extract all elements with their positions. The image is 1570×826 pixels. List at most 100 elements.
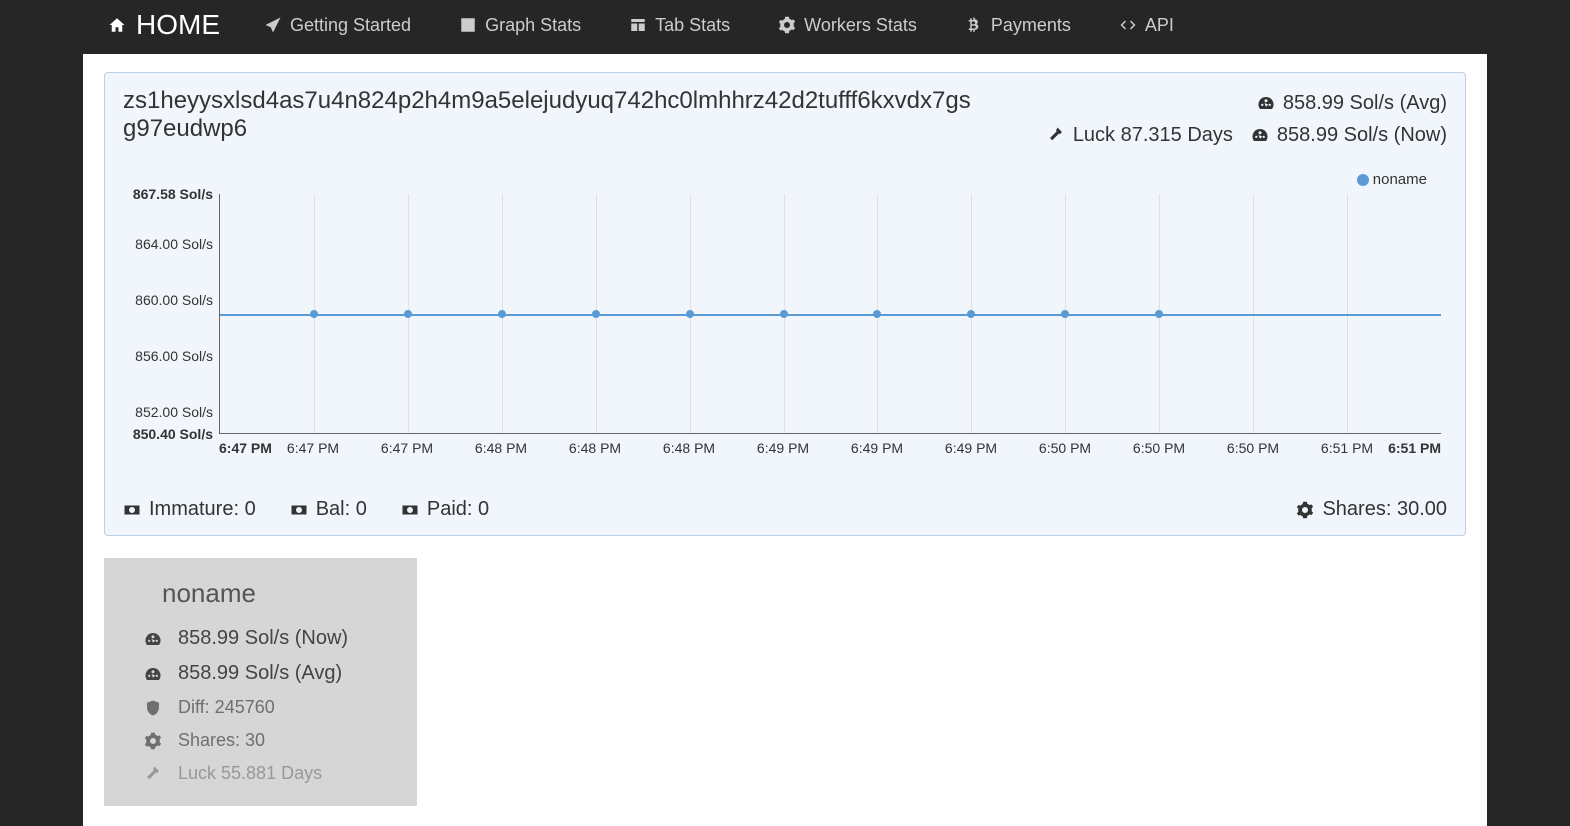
hashrate-chart[interactable]: 867.58 Sol/s864.00 Sol/s860.00 Sol/s856.… bbox=[219, 194, 1441, 454]
x-tick: 6:49 PM bbox=[945, 440, 997, 456]
legend-dot-icon bbox=[1357, 174, 1369, 186]
arrow-icon bbox=[264, 16, 282, 34]
data-point bbox=[967, 310, 975, 318]
now-label: 858.99 Sol/s (Now) bbox=[1277, 119, 1447, 151]
worker-diff: Diff: 245760 bbox=[144, 697, 393, 718]
shield-icon bbox=[144, 699, 162, 717]
worker-now: 858.99 Sol/s (Now) bbox=[144, 627, 393, 650]
y-tick: 850.40 Sol/s bbox=[123, 426, 213, 442]
y-tick: 860.00 Sol/s bbox=[123, 292, 213, 308]
shares-stat: Shares: 30.00 bbox=[1296, 498, 1447, 521]
x-tick: 6:49 PM bbox=[851, 440, 903, 456]
stats-panel: zs1heyysxlsd4as7u4n824p2h4m9a5elejudyuq7… bbox=[104, 72, 1466, 536]
data-point bbox=[686, 310, 694, 318]
money-icon bbox=[123, 501, 141, 519]
x-tick: 6:50 PM bbox=[1227, 440, 1279, 456]
data-point bbox=[1061, 310, 1069, 318]
paid-stat: Paid: 0 bbox=[401, 498, 489, 521]
x-tick: 6:47 PM bbox=[381, 440, 433, 456]
avg-label: 858.99 Sol/s (Avg) bbox=[1283, 87, 1447, 119]
nav-label: Workers Stats bbox=[804, 15, 917, 36]
worker-card: noname 858.99 Sol/s (Now) 858.99 Sol/s (… bbox=[104, 558, 417, 806]
money-icon bbox=[290, 501, 308, 519]
worker-name: noname bbox=[162, 578, 393, 609]
money-icon bbox=[401, 501, 419, 519]
worker-shares-label: Shares: 30 bbox=[178, 730, 265, 751]
worker-now-label: 858.99 Sol/s (Now) bbox=[178, 627, 348, 650]
worker-diff-label: Diff: 245760 bbox=[178, 697, 275, 718]
x-tick: 6:48 PM bbox=[663, 440, 715, 456]
nav-label: Getting Started bbox=[290, 15, 411, 36]
nav-label: Payments bbox=[991, 15, 1071, 36]
now-hashrate: 858.99 Sol/s (Now) bbox=[1251, 119, 1447, 151]
nav-tab-stats[interactable]: Tab Stats bbox=[619, 11, 740, 40]
gauge-icon bbox=[1251, 126, 1269, 144]
data-point bbox=[873, 310, 881, 318]
worker-luck-label: Luck 55.881 Days bbox=[178, 763, 322, 784]
luck-metric: Luck 87.315 Days bbox=[1047, 119, 1233, 151]
nav-label: Graph Stats bbox=[485, 15, 581, 36]
x-tick: 6:48 PM bbox=[569, 440, 621, 456]
nav-getting-started[interactable]: Getting Started bbox=[254, 11, 421, 40]
nav-payments[interactable]: Payments bbox=[955, 11, 1081, 40]
gauge-icon bbox=[144, 665, 162, 683]
nav-graph-stats[interactable]: Graph Stats bbox=[449, 11, 591, 40]
gear-icon bbox=[1296, 501, 1314, 519]
x-tick: 6:47 PM bbox=[219, 440, 272, 456]
bitcoin-icon bbox=[965, 16, 983, 34]
x-tick: 6:47 PM bbox=[287, 440, 339, 456]
balance-stat: Bal: 0 bbox=[290, 498, 367, 521]
x-tick: 6:50 PM bbox=[1133, 440, 1185, 456]
navbar: HOME Getting Started Graph Stats Tab Sta… bbox=[0, 0, 1570, 50]
x-tick: 6:49 PM bbox=[757, 440, 809, 456]
data-point bbox=[310, 310, 318, 318]
panel-footer: Immature: 0 Bal: 0 Paid: 0 Shares: 30.00 bbox=[123, 498, 1447, 521]
y-tick: 852.00 Sol/s bbox=[123, 404, 213, 420]
y-tick: 867.58 Sol/s bbox=[123, 186, 213, 202]
data-point bbox=[498, 310, 506, 318]
chart-legend: noname bbox=[123, 171, 1447, 188]
data-point bbox=[592, 310, 600, 318]
nav-label: Tab Stats bbox=[655, 15, 730, 36]
data-point bbox=[1155, 310, 1163, 318]
immature-stat: Immature: 0 bbox=[123, 498, 256, 521]
y-tick: 856.00 Sol/s bbox=[123, 348, 213, 364]
worker-avg-label: 858.99 Sol/s (Avg) bbox=[178, 662, 342, 685]
nav-label: API bbox=[1145, 15, 1174, 36]
luck-label: Luck 87.315 Days bbox=[1073, 119, 1233, 151]
panel-header: zs1heyysxlsd4as7u4n824p2h4m9a5elejudyuq7… bbox=[123, 87, 1447, 151]
shares-label: Shares: 30.00 bbox=[1322, 498, 1447, 521]
nav-workers-stats[interactable]: Workers Stats bbox=[768, 11, 927, 40]
x-tick: 6:50 PM bbox=[1039, 440, 1091, 456]
chart-plot bbox=[219, 194, 1441, 434]
worker-avg: 858.99 Sol/s (Avg) bbox=[144, 662, 393, 685]
wallet-address: zs1heyysxlsd4as7u4n824p2h4m9a5elejudyuq7… bbox=[123, 87, 983, 143]
nav-home-label: HOME bbox=[136, 9, 220, 41]
footer-left: Immature: 0 Bal: 0 Paid: 0 bbox=[123, 498, 489, 521]
gauge-icon bbox=[1257, 94, 1275, 112]
x-tick: 6:48 PM bbox=[475, 440, 527, 456]
legend-label: noname bbox=[1373, 171, 1427, 188]
gauge-icon bbox=[144, 630, 162, 648]
content: zs1heyysxlsd4as7u4n824p2h4m9a5elejudyuq7… bbox=[83, 54, 1487, 826]
nav-api[interactable]: API bbox=[1109, 11, 1184, 40]
home-icon bbox=[108, 16, 126, 34]
header-metrics: 858.99 Sol/s (Avg) Luck 87.315 Days bbox=[1047, 87, 1447, 151]
y-tick: 864.00 Sol/s bbox=[123, 236, 213, 252]
chart-icon bbox=[459, 16, 477, 34]
worker-luck: Luck 55.881 Days bbox=[144, 763, 393, 784]
immature-label: Immature: 0 bbox=[149, 498, 256, 521]
paid-label: Paid: 0 bbox=[427, 498, 489, 521]
nav-home[interactable]: HOME bbox=[108, 9, 220, 41]
table-icon bbox=[629, 16, 647, 34]
gear-icon bbox=[144, 732, 162, 750]
data-point bbox=[404, 310, 412, 318]
gears-icon bbox=[778, 16, 796, 34]
x-tick: 6:51 PM bbox=[1321, 440, 1373, 456]
hammer-icon bbox=[1047, 126, 1065, 144]
worker-shares: Shares: 30 bbox=[144, 730, 393, 751]
pin-icon bbox=[144, 765, 162, 783]
code-icon bbox=[1119, 16, 1137, 34]
x-tick: 6:51 PM bbox=[1388, 440, 1441, 456]
avg-hashrate: 858.99 Sol/s (Avg) bbox=[1257, 87, 1447, 119]
